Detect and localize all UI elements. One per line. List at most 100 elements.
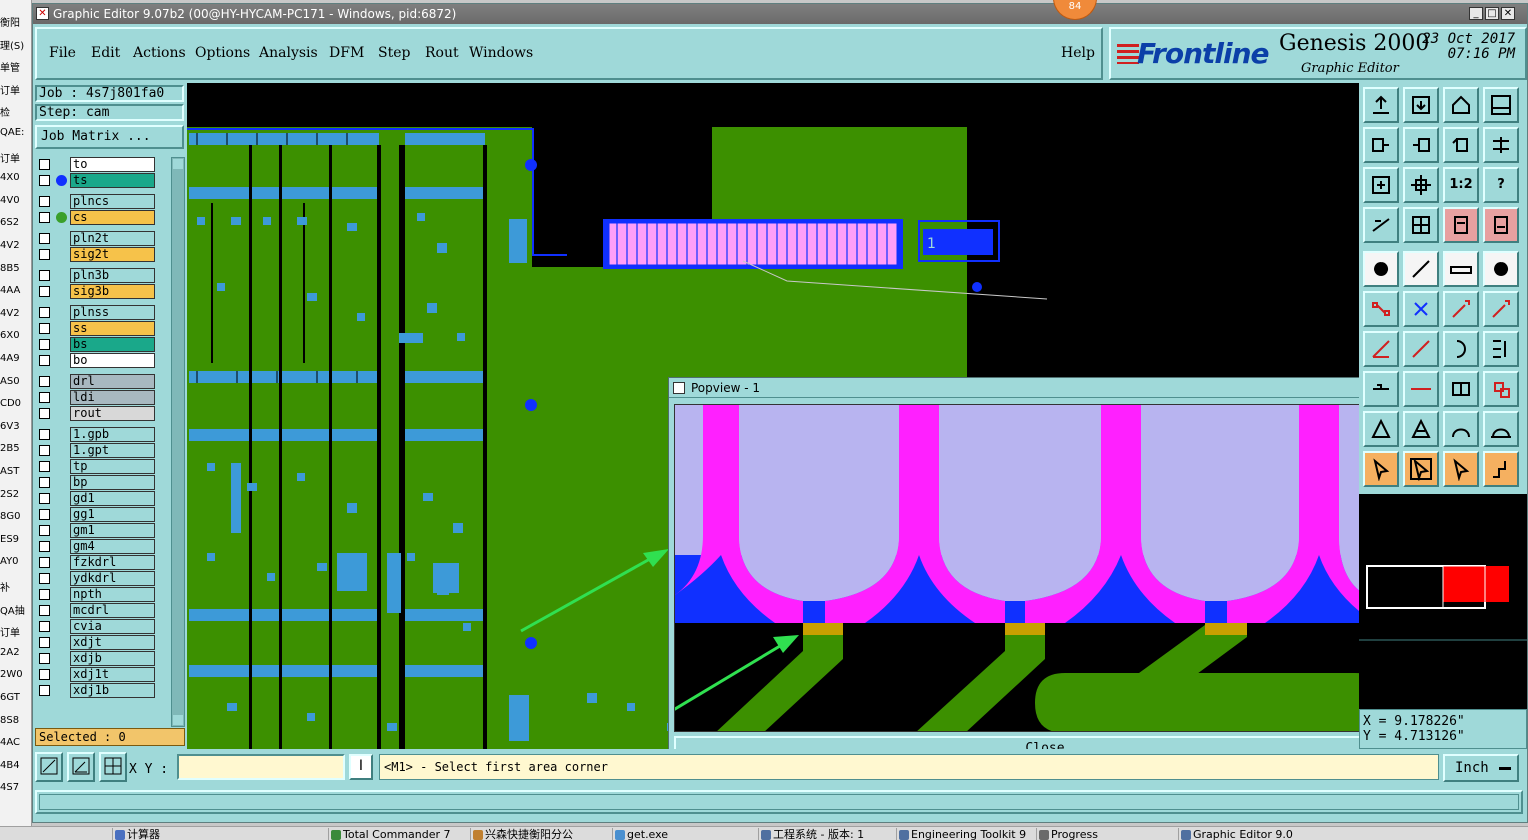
maximize-button[interactable]: □ xyxy=(1485,7,1499,20)
menu-dfm[interactable]: DFM xyxy=(329,45,364,61)
layer-name[interactable]: tp xyxy=(70,459,155,474)
layers-button[interactable] xyxy=(1443,207,1479,243)
xy-clear-button[interactable]: I xyxy=(349,754,373,780)
arc-button[interactable] xyxy=(1443,331,1479,367)
layer-row[interactable]: plncs xyxy=(36,194,156,209)
layer-checkbox[interactable] xyxy=(39,541,50,552)
menu-windows[interactable]: Windows xyxy=(469,45,533,61)
layer-name[interactable]: cvia xyxy=(70,619,155,634)
layer-row[interactable]: gg1 xyxy=(36,507,156,522)
layer-name[interactable]: ldi xyxy=(70,390,155,405)
layer-name[interactable]: bs xyxy=(70,337,155,352)
layer-row[interactable]: gm1 xyxy=(36,523,156,538)
xy-input[interactable] xyxy=(177,754,345,780)
layer-checkbox[interactable] xyxy=(39,493,50,504)
layer-row[interactable]: fzkdrl xyxy=(36,555,156,570)
layer-checkbox[interactable] xyxy=(39,637,50,648)
snap-button[interactable] xyxy=(1363,371,1399,407)
layer-row[interactable]: bs xyxy=(36,337,156,352)
layer-checkbox[interactable] xyxy=(39,233,50,244)
menu-options[interactable]: Options xyxy=(195,45,250,61)
layer-checkbox[interactable] xyxy=(39,685,50,696)
pointer-select-button[interactable] xyxy=(1443,451,1479,487)
layer-name[interactable]: gd1 xyxy=(70,491,155,506)
layer-row[interactable]: mcdrl xyxy=(36,603,156,618)
line-button[interactable] xyxy=(1403,251,1439,287)
segment-button[interactable] xyxy=(1403,371,1439,407)
minimize-button[interactable]: _ xyxy=(1469,7,1483,20)
layer-checkbox[interactable] xyxy=(39,589,50,600)
triangle-button[interactable] xyxy=(1363,411,1399,447)
layer-name[interactable]: to xyxy=(70,157,155,172)
layer-checkbox[interactable] xyxy=(39,307,50,318)
layer-name[interactable]: pln2t xyxy=(70,231,155,246)
undo-button[interactable] xyxy=(1443,127,1479,163)
layer-name[interactable]: plnss xyxy=(70,305,155,320)
popview-close-button[interactable]: Close xyxy=(674,736,1359,749)
help-button[interactable]: ? xyxy=(1483,167,1519,203)
arrow-alt-button[interactable] xyxy=(1483,291,1519,327)
layer-name[interactable]: gm4 xyxy=(70,539,155,554)
layer-row[interactable]: rout xyxy=(36,406,156,421)
layer-name[interactable]: xdj1t xyxy=(70,667,155,682)
scroll-up-icon[interactable] xyxy=(173,159,183,169)
zoom-fit-button[interactable] xyxy=(1363,167,1399,203)
layer-checkbox[interactable] xyxy=(39,392,50,403)
layer-name[interactable]: pln3b xyxy=(70,268,155,283)
step-button[interactable] xyxy=(1483,127,1519,163)
layer-checkbox[interactable] xyxy=(39,669,50,680)
open-button[interactable] xyxy=(1363,87,1399,123)
snap-mode-button[interactable] xyxy=(35,752,63,782)
layer-checkbox[interactable] xyxy=(39,212,50,223)
triangle-alt-button[interactable] xyxy=(1403,411,1439,447)
layer-name[interactable]: xdjt xyxy=(70,635,155,650)
layer-row[interactable]: sig2t xyxy=(36,247,156,262)
layer-checkbox[interactable] xyxy=(39,249,50,260)
layer-row[interactable]: cvia xyxy=(36,619,156,634)
layer-checkbox[interactable] xyxy=(39,461,50,472)
layer-row[interactable]: ydkdrl xyxy=(36,571,156,586)
layer-row[interactable]: ldi xyxy=(36,390,156,405)
scroll-down-icon[interactable] xyxy=(173,715,183,725)
layer-name[interactable]: drl xyxy=(70,374,155,389)
layer-list-scrollbar[interactable] xyxy=(171,157,185,727)
menu-rout[interactable]: Rout xyxy=(425,45,459,61)
minimap[interactable] xyxy=(1359,493,1527,709)
layer-row[interactable]: xdjb xyxy=(36,651,156,666)
layer-row[interactable]: drl xyxy=(36,374,156,389)
taskbar-item[interactable]: Total Commander 7 xyxy=(328,828,458,840)
connect-button[interactable] xyxy=(1363,291,1399,327)
job-matrix-button[interactable]: Job Matrix ... xyxy=(35,125,184,149)
dot-button[interactable] xyxy=(1483,251,1519,287)
layer-row[interactable]: xdj1t xyxy=(36,667,156,682)
layer-checkbox[interactable] xyxy=(39,355,50,366)
menu-help[interactable]: Help xyxy=(1061,45,1095,61)
menu-file[interactable]: File xyxy=(49,45,76,61)
layer-name[interactable]: sig2t xyxy=(70,247,155,262)
layer-checkbox[interactable] xyxy=(39,605,50,616)
layer-checkbox[interactable] xyxy=(39,175,50,186)
layer-name[interactable]: plncs xyxy=(70,194,155,209)
layer-row[interactable]: sig3b xyxy=(36,284,156,299)
layer-checkbox[interactable] xyxy=(39,270,50,281)
layer-name[interactable]: xdjb xyxy=(70,651,155,666)
layer-checkbox[interactable] xyxy=(39,653,50,664)
layer-row[interactable]: 1.gpb xyxy=(36,427,156,442)
arrow-button[interactable] xyxy=(1443,291,1479,327)
zoom-button[interactable] xyxy=(1403,167,1439,203)
layer-row[interactable]: pln2t xyxy=(36,231,156,246)
popview-zoom-view[interactable] xyxy=(674,404,1359,732)
close-window-button[interactable]: ✕ xyxy=(1501,7,1515,20)
layers-alt-button[interactable] xyxy=(1483,207,1519,243)
taskbar-item[interactable]: 工程系统 - 版本: 1 xyxy=(758,828,888,840)
settings-button[interactable] xyxy=(1363,207,1399,243)
taskbar-item[interactable]: Graphic Editor 9.0 xyxy=(1178,828,1318,840)
layer-row[interactable]: 1.gpt xyxy=(36,443,156,458)
export-button[interactable] xyxy=(1403,127,1439,163)
layer-name[interactable]: gg1 xyxy=(70,507,155,522)
layer-checkbox[interactable] xyxy=(39,509,50,520)
grid-button[interactable] xyxy=(1403,207,1439,243)
save-button[interactable] xyxy=(1403,87,1439,123)
popview-title-bar[interactable]: Popview - 1 ✕ xyxy=(669,378,1359,398)
layer-checkbox[interactable] xyxy=(39,376,50,387)
